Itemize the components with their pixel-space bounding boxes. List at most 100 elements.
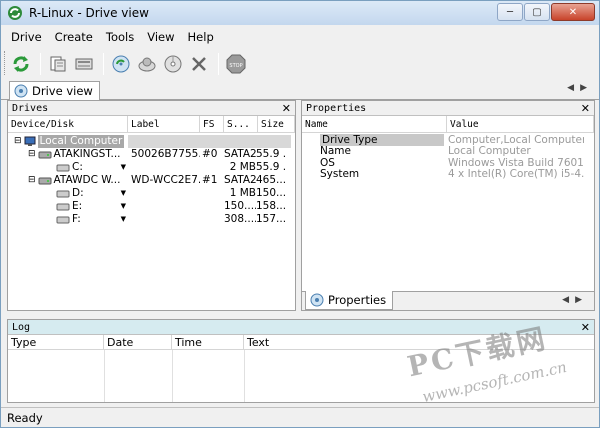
- drive-view-icon: [14, 84, 28, 98]
- column-size[interactable]: Size: [258, 116, 295, 132]
- properties-grid-header: Name Value: [302, 116, 594, 133]
- column-fs[interactable]: FS: [200, 116, 224, 132]
- partition-icon: [56, 216, 70, 223]
- cell-s: 308....: [224, 213, 256, 225]
- property-row[interactable]: OS Windows Vista Build 7601...: [302, 157, 594, 169]
- tree-row-partition[interactable]: C: ▼ 2 MB 55.9 ...: [8, 161, 295, 174]
- column-time[interactable]: Time: [172, 335, 244, 349]
- tree-row-partition[interactable]: E: ▼ 150.... 158....: [8, 200, 295, 213]
- property-name: Drive Type: [320, 133, 444, 146]
- close-button[interactable]: ✕: [551, 3, 595, 21]
- open-drive-files-button[interactable]: [46, 52, 70, 76]
- property-value: 4 x Intel(R) Core(TM) i5-4...: [448, 168, 584, 181]
- cell-size: 158....: [256, 200, 286, 212]
- tools-button[interactable]: [187, 52, 211, 76]
- column-divider: [172, 350, 173, 402]
- column-value[interactable]: Value: [447, 116, 594, 132]
- refresh-icon: [13, 56, 29, 72]
- collapse-icon[interactable]: ⊟: [14, 135, 22, 148]
- tab-drive-view[interactable]: Drive view: [9, 81, 100, 100]
- tree-row-partition[interactable]: D: ▼ 1 MB 150....: [8, 187, 295, 200]
- tree-label: C:: [72, 161, 83, 173]
- log-panel-close-icon[interactable]: ✕: [581, 321, 590, 334]
- tree-row-disk[interactable]: ⊟ ATAKINGST... 50026B7755... #0 SATA2...…: [8, 148, 295, 161]
- chevron-down-icon[interactable]: ▼: [121, 161, 126, 174]
- menu-help[interactable]: Help: [188, 30, 214, 44]
- column-s[interactable]: S...: [224, 116, 258, 132]
- open-files-icon: [50, 56, 66, 72]
- recover-button[interactable]: [109, 52, 133, 76]
- collapse-icon[interactable]: ⊟: [28, 148, 36, 161]
- property-name: Name: [320, 145, 351, 158]
- property-name: OS: [320, 156, 335, 169]
- recover-icon: [112, 55, 130, 73]
- cell-fs: [200, 161, 222, 174]
- column-divider: [104, 350, 105, 402]
- property-row[interactable]: Drive Type Computer,Local Computer: [302, 133, 594, 146]
- status-bar: Ready: [1, 407, 599, 427]
- cell-label: [128, 213, 200, 226]
- refresh-button[interactable]: [9, 52, 33, 76]
- stop-button[interactable]: STOP: [224, 52, 248, 76]
- property-row[interactable]: System 4 x Intel(R) Core(TM) i5-4...: [302, 168, 594, 181]
- menu-view[interactable]: View: [147, 30, 174, 44]
- properties-panel-header: Properties ✕: [302, 101, 594, 116]
- status-text: Ready: [7, 410, 43, 425]
- drives-panel-close-icon[interactable]: ✕: [282, 102, 291, 115]
- properties-list: Drive Type Computer,Local Computer Name …: [302, 133, 594, 180]
- menu-drive[interactable]: Drive: [11, 30, 42, 44]
- cell-fs: [200, 213, 222, 226]
- cell-size: 465....: [256, 174, 286, 186]
- column-date[interactable]: Date: [104, 335, 172, 349]
- cell-fs: #1: [202, 174, 218, 186]
- chevron-down-icon[interactable]: ▼: [121, 213, 126, 226]
- tree-row-partition[interactable]: F: ▼ 308.... 157....: [8, 213, 295, 226]
- properties-panel-title: Properties: [306, 102, 367, 114]
- disk-button[interactable]: [161, 52, 185, 76]
- toolbar-separator: [103, 53, 104, 75]
- property-row[interactable]: Name Local Computer: [302, 145, 594, 158]
- minimize-button[interactable]: ─: [497, 3, 523, 21]
- property-value: Windows Vista Build 7601...: [448, 156, 584, 169]
- tree-row-local-computer[interactable]: ⊟ Local Computer: [8, 135, 295, 148]
- toolbar-separator: [40, 53, 41, 75]
- toolbar-grip[interactable]: [4, 51, 7, 75]
- partition-icon: [56, 203, 70, 210]
- tree-label: Local Computer: [37, 135, 125, 148]
- tab-properties[interactable]: Properties: [305, 291, 394, 310]
- column-name[interactable]: Name: [302, 116, 447, 132]
- column-label[interactable]: Label: [128, 116, 200, 132]
- properties-panel: Properties ✕ Name Value Drive Type Compu…: [301, 100, 595, 311]
- save-image-button[interactable]: [135, 52, 159, 76]
- drives-panel: Drives ✕ Device/Disk Label FS S... Size …: [7, 100, 296, 311]
- tab-drive-view-label: Drive view: [32, 84, 93, 98]
- scan-button[interactable]: [72, 52, 96, 76]
- chevron-down-icon[interactable]: ▼: [121, 200, 126, 213]
- svg-text:STOP: STOP: [229, 63, 242, 69]
- maximize-button[interactable]: ▢: [524, 3, 550, 21]
- cell-s: 2 MB: [229, 161, 256, 173]
- document-tabbar: Drive view ◀▶: [1, 80, 599, 100]
- collapse-icon[interactable]: ⊟: [28, 174, 36, 187]
- disk-icon: [164, 55, 182, 73]
- tree-label: ATAKINGST...: [53, 148, 121, 160]
- tree-row-disk[interactable]: ⊟ ATAWDC W... WD-WCC2E7... #1 SATA2... 4…: [8, 174, 295, 187]
- cell-fs: #0: [202, 148, 218, 160]
- menu-create[interactable]: Create: [55, 30, 93, 44]
- computer-icon: [24, 136, 36, 146]
- chevron-down-icon[interactable]: ▼: [121, 187, 126, 200]
- column-divider: [244, 350, 245, 402]
- toolbar-separator: [218, 53, 219, 75]
- column-device-disk[interactable]: Device/Disk: [8, 116, 128, 132]
- column-type[interactable]: Type: [8, 335, 104, 349]
- menu-tools[interactable]: Tools: [106, 30, 134, 44]
- tab-scroll-arrows[interactable]: ◀▶: [562, 295, 588, 305]
- toolbar: STOP: [9, 50, 250, 78]
- cell-size: 150....: [256, 187, 286, 199]
- title-bar: R-Linux - Drive view ─ ▢ ✕: [1, 1, 599, 25]
- tab-scroll-arrows[interactable]: ◀▶: [567, 83, 593, 93]
- hard-disk-icon: [38, 177, 52, 184]
- properties-panel-close-icon[interactable]: ✕: [581, 102, 590, 115]
- hard-disk-icon: [38, 151, 52, 158]
- partition-icon: [56, 190, 70, 197]
